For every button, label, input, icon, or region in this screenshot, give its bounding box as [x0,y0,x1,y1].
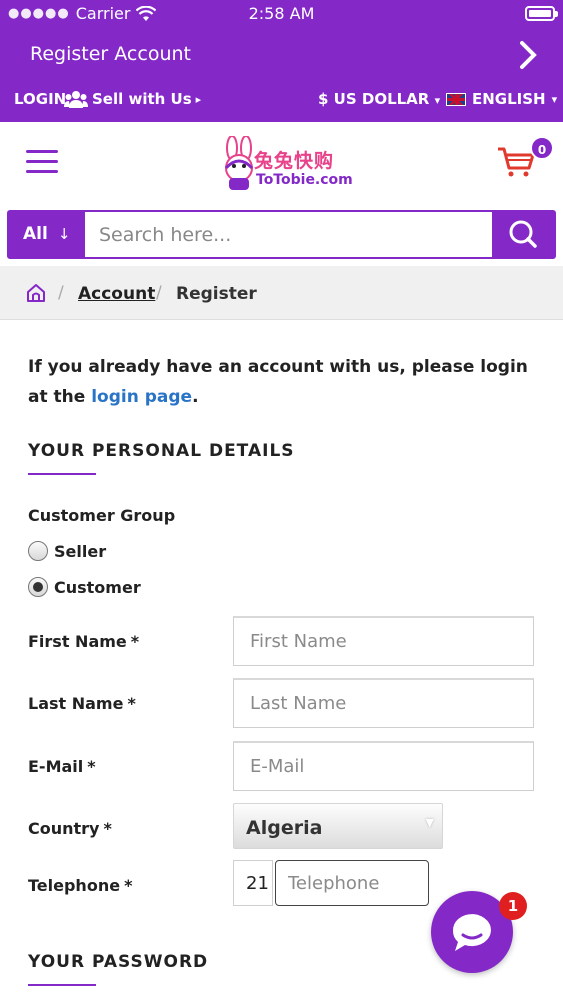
status-time: 2:58 AM [248,4,315,23]
personal-details-heading: YOUR PERSONAL DETAILS [28,441,295,461]
breadcrumb-separator: / [156,283,162,303]
radio-seller-label: Seller [54,541,107,561]
chat-notification-badge: 1 [499,892,527,920]
breadcrumb-separator: / [58,283,64,303]
caret-down-icon: ▾ [434,94,441,107]
currency-label: $ US DOLLAR [318,90,430,108]
breadcrumb-account-link[interactable]: Account [78,284,155,304]
search-input[interactable] [99,220,489,250]
caret-right-icon: ▸ [195,92,202,106]
header-title: Register Account [30,43,191,65]
heading-underline [28,473,96,475]
app-header: ●●●●● Carrier 2:58 AM Register Account L… [0,0,563,122]
menu-icon[interactable] [26,150,58,174]
cart-count-badge: 0 [530,136,554,160]
last-name-label: Last Name * [28,694,136,713]
language-label: ENGLISH [472,90,546,108]
caret-down-icon: ▾ [551,92,558,106]
battery-icon [525,6,558,21]
email-input[interactable] [234,743,533,790]
radio-button-selected[interactable] [28,577,48,597]
currency-selector[interactable]: $ US DOLLAR ▾ [318,90,440,108]
radio-customer[interactable]: Customer [28,577,141,597]
first-name-label: First Name * [28,632,140,651]
last-name-field[interactable] [233,678,534,728]
login-page-link[interactable]: login page [91,387,192,407]
country-select[interactable]: Algeria ▼ [233,803,443,849]
customer-group-label: Customer Group [28,506,176,525]
sell-with-us-link[interactable]: Sell with Us ▸ [64,90,201,108]
brand-row: 兔兔快购 ToTobie.com 0 [0,122,563,208]
logo-chinese-text: 兔兔快购 [254,150,335,172]
category-label: All [23,224,48,244]
email-field[interactable] [233,741,534,791]
radio-seller[interactable]: Seller [28,541,106,561]
telephone-field[interactable] [275,860,429,906]
radio-button[interactable] [28,541,48,561]
telephone-input[interactable] [276,861,428,905]
logo-english-text: ToTobie.com [256,172,353,188]
login-link[interactable]: LOGIN [14,90,66,108]
language-selector[interactable]: ENGLISH ▾ [446,90,557,108]
login-prompt-end: . [192,387,199,407]
search-icon [509,220,537,248]
home-icon[interactable] [26,283,46,303]
users-icon [64,91,88,108]
radio-customer-label: Customer [54,577,141,597]
telephone-country-code[interactable]: 21 [233,860,273,906]
first-name-input[interactable] [234,618,533,665]
uk-flag-icon [446,92,466,106]
search-bar: All ↓ [7,210,556,259]
category-dropdown[interactable]: All ↓ [9,212,85,257]
sell-label: Sell with Us [92,90,192,108]
email-label: E-Mail * [28,757,96,776]
login-prompt: If you already have an account with us, … [28,352,538,412]
header-links: LOGIN Sell with Us ▸ $ US DOLLAR ▾ ENGLI… [0,88,563,114]
heading-underline [28,984,96,986]
arrow-down-icon: ↓ [57,225,71,243]
status-bar: ●●●●● Carrier 2:58 AM [0,0,563,28]
country-label: Country * [28,819,112,838]
password-heading: YOUR PASSWORD [28,952,209,972]
first-name-field[interactable] [233,616,534,666]
breadcrumb: / Account / Register [0,266,563,320]
search-button[interactable] [492,212,554,257]
last-name-input[interactable] [234,680,533,727]
select-caret-icon: ▼ [425,816,434,829]
chevron-right-icon[interactable] [517,40,539,70]
telephone-label: Telephone * [28,876,133,895]
register-account-bar[interactable]: Register Account [0,34,563,76]
country-value: Algeria [246,817,323,839]
breadcrumb-current: Register [176,284,257,304]
site-logo[interactable]: 兔兔快购 ToTobie.com [220,134,353,194]
